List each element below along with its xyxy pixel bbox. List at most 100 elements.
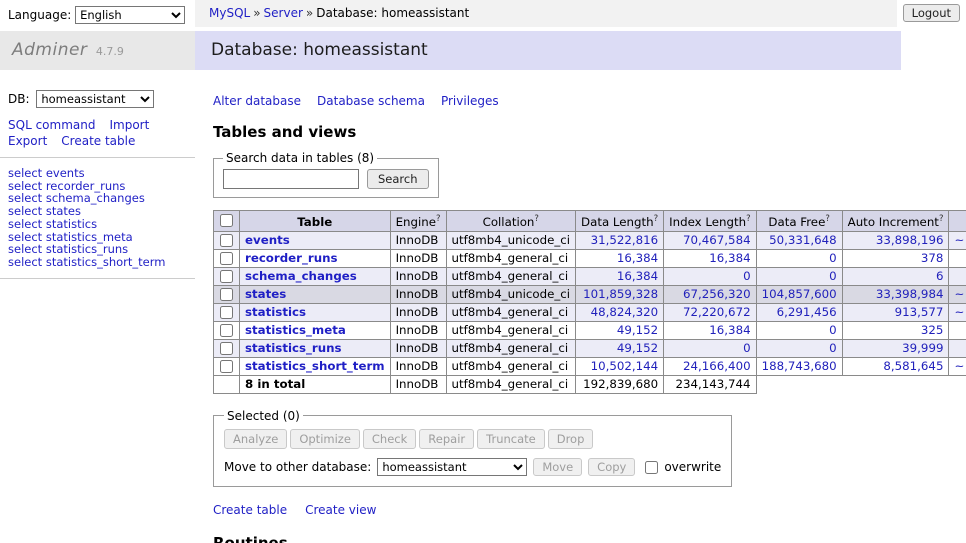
cell-data-length: 101,859,328: [576, 285, 664, 303]
cell-auto-increment: 378: [842, 249, 949, 267]
sidebar-link[interactable]: Export: [8, 134, 47, 148]
row-select-checkbox[interactable]: [220, 360, 233, 373]
create-link[interactable]: Create view: [305, 503, 376, 517]
table-row: statistics_meta InnoDB utf8mb4_general_c…: [214, 321, 966, 339]
help-link[interactable]: ?: [436, 214, 441, 224]
selected-action-button[interactable]: Optimize: [290, 429, 360, 449]
cell-index-length: 16,384: [664, 249, 756, 267]
row-select-cell: [214, 249, 240, 267]
total-data-length: 192,839,680: [576, 375, 664, 393]
select-all-checkbox[interactable]: [220, 214, 233, 227]
sidebar-link[interactable]: Import: [109, 118, 149, 132]
breadcrumb-server-link[interactable]: Server: [264, 6, 303, 20]
cell-rows[interactable]: ~ 5: [949, 249, 966, 267]
sidebar-table-link[interactable]: select states: [8, 205, 187, 218]
cell-rows[interactable]: ~ 628: [949, 339, 966, 357]
selected-action-button[interactable]: Check: [363, 429, 416, 449]
move-db-select[interactable]: homeassistant: [377, 458, 527, 476]
cell-engine: InnoDB: [390, 303, 446, 321]
total-engine: InnoDB: [390, 375, 446, 393]
selected-legend: Selected (0): [224, 409, 303, 423]
language-row: Language: English: [0, 0, 195, 24]
db-selector-row: DB: homeassistant: [8, 90, 187, 108]
table-name-link[interactable]: states: [245, 287, 286, 301]
table-name-link[interactable]: statistics_meta: [245, 323, 346, 337]
search-input[interactable]: [223, 169, 359, 189]
table-row: statistics InnoDB utf8mb4_general_ci 48,…: [214, 303, 966, 321]
app-version: 4.7.9: [96, 45, 124, 58]
table-name-link[interactable]: schema_changes: [245, 269, 357, 283]
move-button[interactable]: Move: [533, 458, 582, 476]
total-label: 8 in total: [240, 375, 391, 393]
table-row: states InnoDB utf8mb4_unicode_ci 101,859…: [214, 285, 966, 303]
table-name-link[interactable]: events: [245, 233, 290, 247]
cell-data-length: 49,152: [576, 321, 664, 339]
language-select[interactable]: English: [75, 6, 185, 24]
cell-rows[interactable]: ~ 3: [949, 267, 966, 285]
row-select-checkbox[interactable]: [220, 234, 233, 247]
table-row: events InnoDB utf8mb4_unicode_ci 31,522,…: [214, 231, 966, 249]
sidebar-table-link[interactable]: select events: [8, 167, 187, 180]
cell-data-length: 31,522,816: [576, 231, 664, 249]
sidebar-link[interactable]: SQL command: [8, 118, 95, 132]
cell-data-free: 0: [756, 249, 842, 267]
selected-action-button[interactable]: Drop: [548, 429, 594, 449]
create-link[interactable]: Create table: [213, 503, 287, 517]
search-button[interactable]: Search: [367, 169, 429, 189]
cell-rows[interactable]: ~ 569,159: [949, 303, 966, 321]
cell-data-free: 0: [756, 339, 842, 357]
sidebar-divider-bottom: [0, 278, 195, 279]
row-select-checkbox[interactable]: [220, 306, 233, 319]
breadcrumb-mysql-link[interactable]: MySQL: [209, 6, 250, 20]
cell-rows[interactable]: ~ 299,833: [949, 285, 966, 303]
overwrite-checkbox[interactable]: [645, 461, 658, 474]
selected-action-button[interactable]: Truncate: [477, 429, 545, 449]
table-row: schema_changes InnoDB utf8mb4_general_ci…: [214, 267, 966, 285]
language-label: Language:: [8, 8, 71, 22]
db-action-link[interactable]: Database schema: [317, 94, 425, 108]
overwrite-label: overwrite: [664, 460, 721, 474]
cell-collation: utf8mb4_general_ci: [446, 267, 576, 285]
row-select-checkbox[interactable]: [220, 324, 233, 337]
help-link[interactable]: ?: [939, 214, 944, 224]
cell-engine: InnoDB: [390, 249, 446, 267]
content-inner: Alter databaseDatabase schemaPrivileges …: [195, 94, 966, 543]
sidebar-links-row1: SQL command Import: [8, 118, 187, 132]
copy-button[interactable]: Copy: [588, 458, 635, 476]
db-action-link[interactable]: Privileges: [441, 94, 499, 108]
row-select-checkbox[interactable]: [220, 252, 233, 265]
sidebar-table-link[interactable]: select statistics: [8, 218, 187, 231]
db-action-link[interactable]: Alter database: [213, 94, 301, 108]
row-select-checkbox[interactable]: [220, 342, 233, 355]
selected-action-button[interactable]: Repair: [419, 429, 474, 449]
sidebar-table-link[interactable]: select statistics_short_term: [8, 256, 187, 269]
column-header: Rows?: [949, 211, 966, 232]
row-select-checkbox[interactable]: [220, 270, 233, 283]
selected-action-button[interactable]: Analyze: [224, 429, 287, 449]
table-name-link[interactable]: statistics_runs: [245, 341, 342, 355]
help-link[interactable]: ?: [654, 214, 659, 224]
move-label: Move to other database:: [224, 460, 371, 474]
help-link[interactable]: ?: [534, 214, 539, 224]
cell-data-free: 104,857,600: [756, 285, 842, 303]
cell-rows[interactable]: ~ 312,180: [949, 231, 966, 249]
cell-table-name: statistics_runs: [240, 339, 391, 357]
logout-button[interactable]: Logout: [903, 4, 960, 22]
db-select[interactable]: homeassistant: [36, 90, 154, 108]
cell-engine: InnoDB: [390, 339, 446, 357]
cell-collation: utf8mb4_unicode_ci: [446, 231, 576, 249]
row-select-checkbox[interactable]: [220, 288, 233, 301]
row-select-cell: [214, 357, 240, 375]
table-name-link[interactable]: statistics: [245, 305, 306, 319]
sidebar-link[interactable]: Create table: [61, 134, 135, 148]
table-name-link[interactable]: statistics_short_term: [245, 359, 385, 373]
table-footer: 8 in total InnoDB utf8mb4_general_ci 192…: [214, 375, 966, 393]
help-link[interactable]: ?: [746, 214, 751, 224]
cell-rows[interactable]: ~ 136,108: [949, 357, 966, 375]
cell-index-length: 0: [664, 267, 756, 285]
table-name-link[interactable]: recorder_runs: [245, 251, 338, 265]
cell-collation: utf8mb4_general_ci: [446, 249, 576, 267]
cell-rows[interactable]: ~ 244: [949, 321, 966, 339]
column-header: Engine?: [390, 211, 446, 232]
help-link[interactable]: ?: [825, 214, 830, 224]
